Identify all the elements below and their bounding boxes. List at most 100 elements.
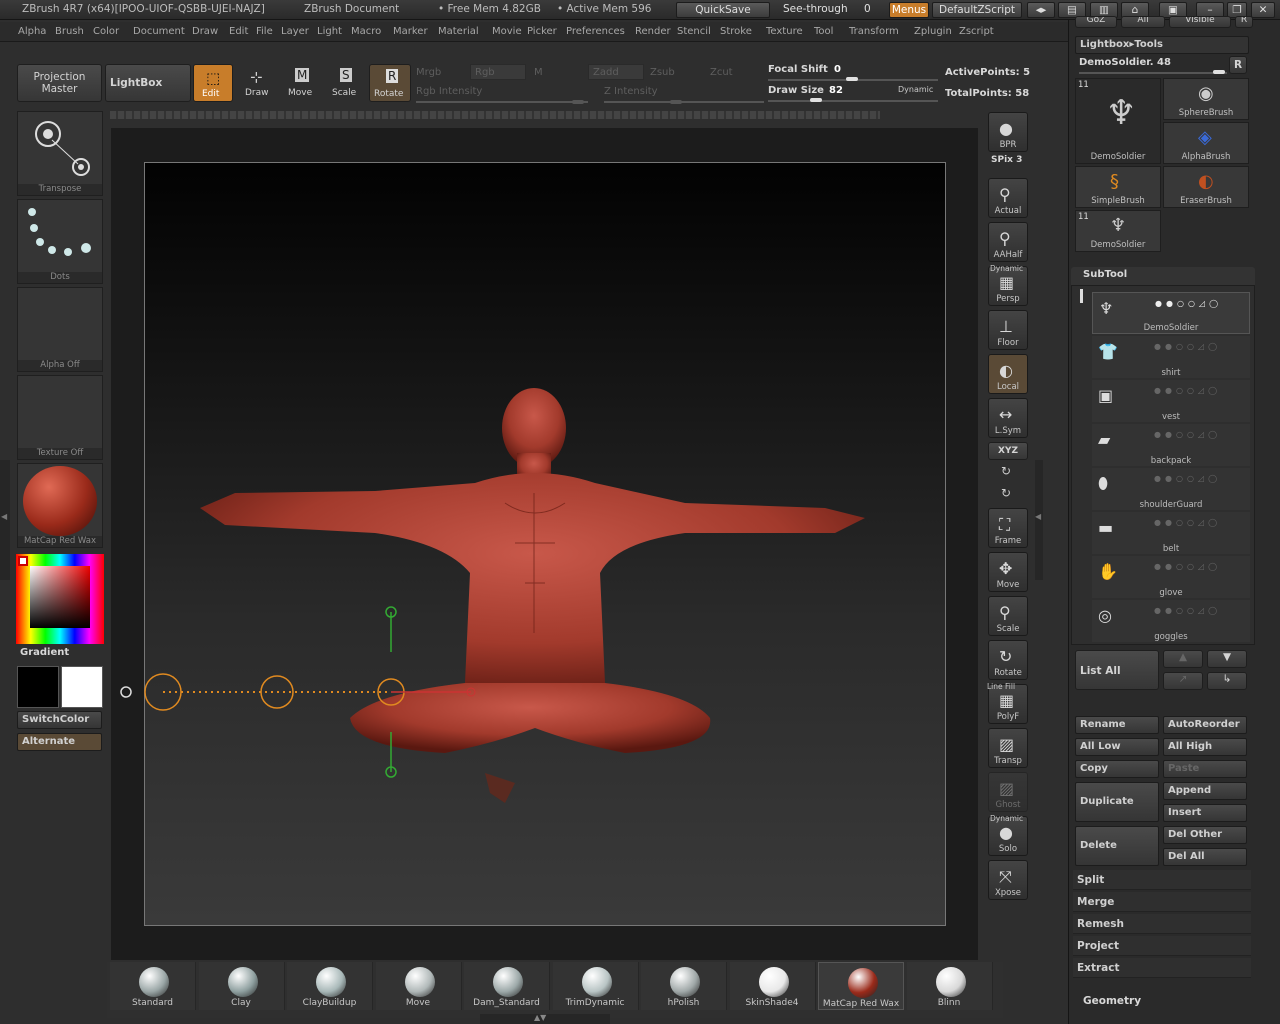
material-hpolish[interactable]: hPolish [641, 962, 727, 1010]
menu-light[interactable]: Light [317, 26, 342, 37]
merge-menu[interactable]: Merge [1073, 892, 1251, 912]
transp-button[interactable]: ▨ Transp [988, 728, 1028, 768]
menu-draw[interactable]: Draw [192, 26, 218, 37]
menu-texture[interactable]: Texture [766, 26, 803, 37]
menu-stencil[interactable]: Stencil [677, 26, 711, 37]
menu-layer[interactable]: Layer [281, 26, 309, 37]
subtool-item-glove[interactable]: ✋ ●●○○◿◯ glove [1092, 556, 1250, 598]
focal-shift-knob[interactable] [846, 77, 858, 81]
actual-button[interactable]: ⚲ Actual [988, 178, 1028, 218]
move-button[interactable]: ✥ Move [988, 552, 1028, 592]
move-up-arrow-icon[interactable]: ↗ [1163, 672, 1203, 690]
secondary-color-swatch[interactable] [17, 666, 59, 708]
zsub-button[interactable]: Zsub [650, 67, 675, 78]
subtool-item-shirt[interactable]: 👕 ●●○○◿◯ shirt [1092, 336, 1250, 378]
move-button[interactable]: M Move [281, 64, 321, 102]
z-intensity-slider[interactable] [604, 101, 764, 103]
all-low-button[interactable]: All Low [1075, 738, 1159, 756]
menu-preferences[interactable]: Preferences [566, 26, 625, 37]
rgb-button[interactable]: Rgb [470, 64, 526, 80]
material-clay[interactable]: Clay [198, 962, 285, 1010]
alternate-button[interactable]: Alternate [17, 733, 102, 751]
bpr-button[interactable]: ● BPR [988, 112, 1028, 152]
floor-button[interactable]: ⊥ Floor [988, 310, 1028, 350]
subtool-visibility-icons[interactable]: ●●○○◿◯ [1154, 562, 1221, 571]
line-fill-label[interactable]: Line Fill [987, 682, 1015, 691]
primary-color-swatch[interactable] [61, 666, 103, 708]
see-through-value[interactable]: 0 [864, 3, 871, 15]
subtool-item-vest[interactable]: ▣ ●●○○◿◯ vest [1092, 380, 1250, 422]
tool-eraserbrush-tile[interactable]: ◐ EraserBrush [1163, 166, 1249, 208]
all-high-button[interactable]: All High [1163, 738, 1247, 756]
close-icon[interactable]: ✕ [1251, 2, 1275, 18]
move-down-arrow-icon[interactable]: ↳ [1207, 672, 1247, 690]
list-all-button[interactable]: List All [1075, 650, 1159, 690]
move-up-icon[interactable]: ▲ [1163, 650, 1203, 668]
color-picker[interactable] [16, 554, 104, 644]
menu-file[interactable]: File [256, 26, 273, 37]
tool-header-goz-button[interactable]: GoZ [1075, 16, 1117, 28]
material-tile[interactable]: MatCap Red Wax [17, 463, 103, 548]
insert-button[interactable]: Insert [1163, 804, 1247, 822]
default-zscript-button[interactable]: DefaultZScript [932, 2, 1022, 18]
menu-tool[interactable]: Tool [814, 26, 833, 37]
copy-button[interactable]: Copy [1075, 760, 1159, 778]
material-blinn[interactable]: Blinn [906, 962, 993, 1010]
zcut-button[interactable]: Zcut [710, 67, 733, 78]
texture-tile[interactable]: Texture Off [17, 375, 103, 460]
z-intensity-knob[interactable] [670, 100, 682, 104]
material-skinshade4[interactable]: SkinShade4 [729, 962, 816, 1010]
xyz-button[interactable]: XYZ [988, 442, 1028, 460]
move-down-icon[interactable]: ▼ [1207, 650, 1247, 668]
right-tray-handle[interactable]: ◀ [1035, 460, 1043, 580]
draw-button[interactable]: ⊹ Draw [237, 64, 277, 102]
subtool-item-backpack[interactable]: ▰ ●●○○◿◯ backpack [1092, 424, 1250, 466]
focal-shift-label[interactable]: Focal Shift [768, 64, 828, 75]
local-button[interactable]: ◐ Local [988, 354, 1028, 394]
extract-menu[interactable]: Extract [1073, 958, 1251, 978]
mrgb-button[interactable]: Mrgb [416, 67, 441, 78]
gradient-label[interactable]: Gradient [20, 647, 69, 658]
dynamic-toggle[interactable]: Dynamic [898, 85, 933, 94]
material-standard[interactable]: Standard [110, 962, 196, 1010]
zadd-button[interactable]: Zadd [588, 64, 644, 80]
tool-spherebrush-tile[interactable]: ◉ SphereBrush [1163, 78, 1249, 120]
menu-zplugin[interactable]: Zplugin [914, 26, 952, 37]
menu-marker[interactable]: Marker [393, 26, 428, 37]
menu-movie[interactable]: Movie [492, 26, 522, 37]
transpose-line[interactable] [111, 128, 978, 960]
lightbox-tools-button[interactable]: Lightbox▸Tools [1075, 36, 1249, 54]
paste-button[interactable]: Paste [1163, 760, 1247, 778]
rotate-y-icon[interactable]: ↻ [1001, 486, 1011, 500]
projection-master-button[interactable]: Projection Master [17, 64, 102, 102]
tool-slider[interactable] [1079, 72, 1227, 74]
delete-button[interactable]: Delete [1075, 826, 1159, 866]
subtool-visibility-icons[interactable]: ●●○○◿◯ [1154, 474, 1221, 483]
timeline-strip[interactable] [110, 111, 880, 119]
frame-button[interactable]: ⛶ Frame [988, 508, 1028, 548]
tool-header-r-button[interactable]: R [1235, 16, 1253, 28]
rotate-button[interactable]: ↻ Rotate [988, 640, 1028, 680]
alpha-tile[interactable]: Alpha Off [17, 287, 103, 372]
material-claybuildup[interactable]: ClayBuildup [287, 962, 373, 1010]
canvas-area[interactable] [111, 128, 978, 960]
menu-render[interactable]: Render [635, 26, 671, 37]
draw-size-value[interactable]: 82 [829, 85, 843, 96]
tool-header-visible-button[interactable]: Visible [1169, 16, 1231, 28]
tool-slider-knob[interactable] [1213, 70, 1225, 74]
rgb-intensity-slider[interactable] [416, 101, 588, 103]
subtool-visibility-icons[interactable]: ●●○○◿◯ [1154, 342, 1221, 351]
ghost-button[interactable]: ▨ Ghost [988, 772, 1028, 812]
aahalf-button[interactable]: ⚲ AAHalf [988, 222, 1028, 262]
focal-shift-value[interactable]: 0 [834, 64, 841, 75]
switchcolor-button[interactable]: SwitchColor [17, 711, 102, 729]
layout-icon[interactable]: ◂▸ [1027, 2, 1055, 18]
menu-stroke[interactable]: Stroke [720, 26, 752, 37]
subtool-item-goggles[interactable]: ◎ ●●○○◿◯ goggles [1092, 600, 1250, 642]
autoreorder-button[interactable]: AutoReorder [1163, 716, 1247, 734]
tool-header-all-button[interactable]: All [1121, 16, 1165, 28]
draw-size-knob[interactable] [810, 98, 822, 102]
rename-button[interactable]: Rename [1075, 716, 1159, 734]
material-matcap-red-wax[interactable]: MatCap Red Wax [818, 962, 904, 1010]
remesh-menu[interactable]: Remesh [1073, 914, 1251, 934]
